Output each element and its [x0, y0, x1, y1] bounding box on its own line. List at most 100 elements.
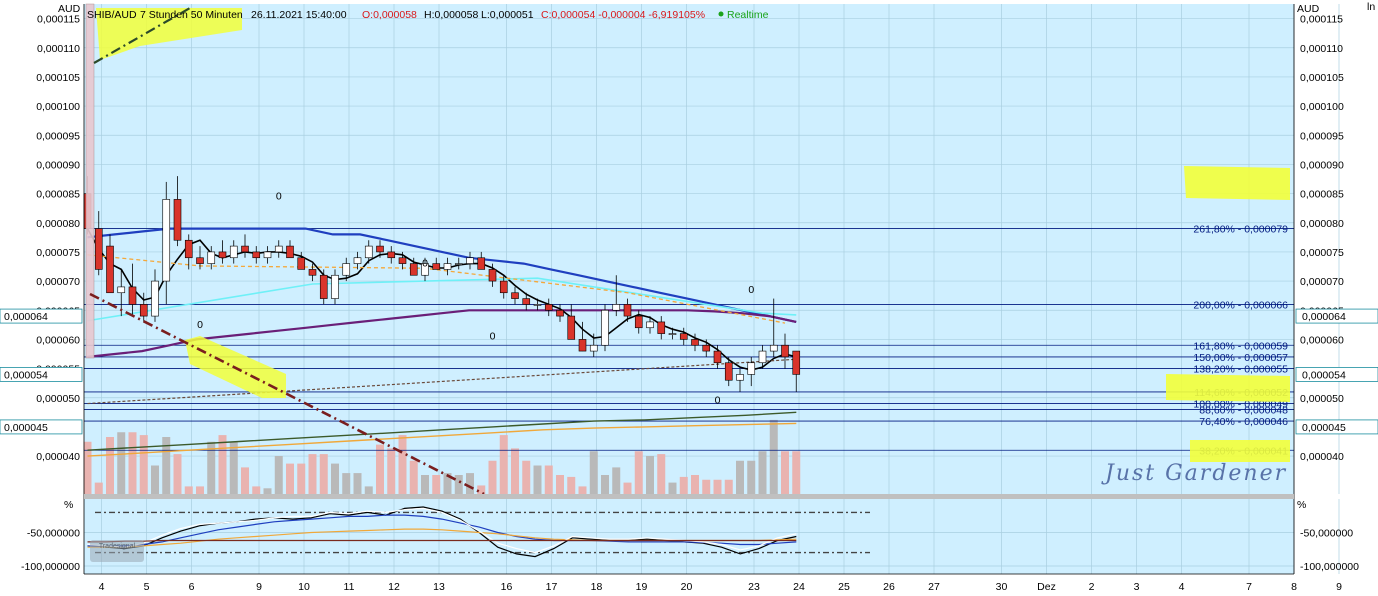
volume-bar	[567, 476, 576, 494]
osc-tick-label-left: -50,000000	[27, 527, 80, 539]
highlight-fib-382	[1190, 440, 1290, 462]
candle-body	[477, 257, 486, 270]
candle-body	[319, 274, 328, 299]
volume-bar	[657, 454, 666, 494]
candle-body	[499, 280, 508, 294]
volume-bar	[241, 467, 249, 494]
candle-body	[297, 257, 306, 270]
fib-label: 200,00% - 0,000066	[1193, 299, 1288, 311]
candle-body	[533, 304, 542, 306]
candle-body	[466, 257, 474, 264]
x-tick-label: 11	[344, 581, 355, 593]
x-tick-label: 27	[928, 581, 940, 593]
volume-bar	[398, 435, 407, 494]
y-tick-label-right: 0,000085	[1300, 189, 1344, 201]
volume-bar	[376, 444, 384, 494]
y-tick-label-left: 0,000080	[36, 218, 80, 230]
y-tick-label-left: 0,000100	[36, 101, 80, 113]
close-label: C:0,000054 -0,000004 -6,919105%	[541, 9, 705, 21]
candle-body	[184, 239, 193, 259]
datetime-label: 26.11.2021 15:40:00	[251, 9, 347, 21]
osc-panel-bg	[84, 499, 1294, 574]
volume-bar	[702, 479, 711, 494]
fib-label: 161,80% - 0,000059	[1193, 340, 1288, 352]
x-tick-label: 6	[189, 581, 195, 593]
candle-body	[511, 292, 519, 299]
candle-body	[567, 315, 576, 340]
volume-bar	[691, 475, 699, 494]
y-tick-label-right: 0,000040	[1300, 451, 1344, 463]
y-tick-label-right: 0,000100	[1300, 101, 1344, 113]
price-tag-right: 0,000064	[1302, 311, 1346, 323]
osc-tick-label-right: -50,000000	[1300, 527, 1353, 539]
x-tick-label: 19	[636, 581, 648, 593]
volume-bar	[139, 435, 148, 494]
y-tick-label-right: 0,000050	[1300, 393, 1344, 405]
candle-body	[792, 350, 801, 375]
x-tick-label: 17	[546, 581, 558, 593]
y-tick-label-left: 0,000095	[36, 130, 80, 142]
zero-marker: 0	[748, 284, 754, 296]
high-label: H:0,000058	[424, 9, 478, 21]
interval-label: 7 Stunden 50 Minuten	[140, 9, 243, 21]
volume-bar	[747, 460, 756, 494]
volume-bar	[758, 451, 767, 494]
volume-bar	[196, 486, 204, 494]
y-tick-label-left: 0,000075	[36, 247, 80, 259]
candle-body	[769, 344, 778, 352]
volume-bar	[533, 465, 542, 494]
y-tick-label-left: 0,000070	[36, 276, 80, 288]
price-tag-left: 0,000064	[4, 311, 48, 323]
volume-bar	[736, 460, 744, 494]
candle-body	[387, 251, 396, 259]
y-tick-label-right: 0,000060	[1300, 334, 1344, 346]
fib-label: 150,00% - 0,000057	[1193, 352, 1288, 364]
x-tick-label: 9	[1336, 581, 1342, 593]
volume-bar	[511, 448, 519, 494]
candle-body	[724, 362, 733, 381]
price-tag-left: 0,000045	[4, 422, 48, 434]
zero-marker: 0	[490, 330, 496, 342]
volume-bar	[173, 454, 182, 494]
corner-label: ln	[1367, 1, 1375, 13]
candle-body	[634, 315, 643, 329]
volume-bar	[184, 486, 193, 494]
x-tick-label: Dez	[1037, 581, 1056, 593]
zero-marker: 0	[276, 190, 282, 202]
volume-bar	[297, 463, 306, 494]
candle-body	[173, 199, 182, 241]
volume-bar	[421, 475, 429, 494]
volume-bar	[409, 460, 418, 494]
symbol-label: SHIB/AUD	[87, 9, 137, 21]
currency-right: AUD	[1297, 3, 1320, 15]
candle-body	[364, 245, 373, 259]
x-tick-label: 2	[1089, 581, 1095, 593]
volume-bar	[252, 486, 261, 494]
candle-body	[747, 362, 756, 375]
x-tick-label: 25	[838, 581, 850, 593]
volume-bar	[364, 486, 373, 494]
x-tick-label: 8	[1291, 581, 1297, 593]
volume-bar	[646, 456, 654, 494]
candle-body	[128, 286, 137, 305]
x-tick-label: 7	[1246, 581, 1252, 593]
volume-bar	[308, 454, 317, 494]
volume-bar	[432, 475, 441, 494]
candle-body	[218, 251, 227, 259]
candle-body	[286, 245, 294, 259]
candle-body	[229, 245, 238, 259]
x-tick-label: 12	[388, 581, 400, 593]
candle-body	[713, 350, 722, 364]
candle-body	[376, 245, 384, 253]
candle-body	[443, 263, 452, 270]
candle-body	[241, 245, 249, 253]
zero-marker: 0	[422, 258, 428, 270]
x-tick-label: 16	[501, 581, 513, 593]
x-tick-label: 3	[1134, 581, 1140, 593]
open-label: O:0,000058	[362, 9, 417, 21]
candle-body	[353, 257, 362, 264]
realtime-label: Realtime	[727, 9, 769, 21]
volume-bar	[331, 463, 339, 494]
volume-bar	[792, 451, 801, 494]
x-tick-label: 10	[298, 581, 310, 593]
